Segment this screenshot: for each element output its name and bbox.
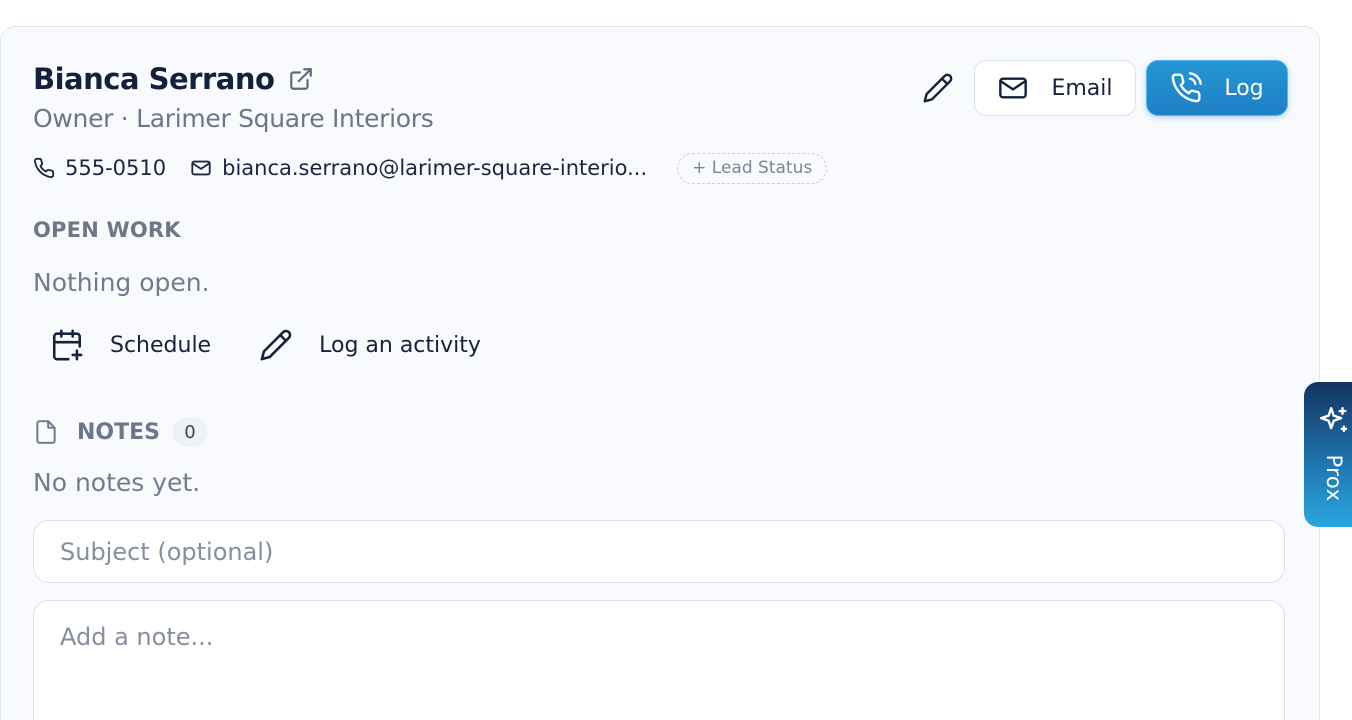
notes-header: NOTES 0 — [33, 416, 208, 448]
lead-status-button[interactable]: + Lead Status — [677, 152, 828, 184]
phone-icon — [33, 157, 55, 179]
open-work-actions: Schedule Log an activity — [50, 328, 481, 362]
notes-heading: NOTES — [77, 419, 160, 445]
contact-details: 555-0510 bianca.serrano@larimer-square-i… — [33, 152, 828, 184]
pencil-icon — [922, 72, 954, 104]
phone-call-icon — [1170, 72, 1203, 104]
mail-icon — [190, 157, 212, 179]
log-activity-button[interactable]: Log an activity — [259, 328, 481, 362]
sparkles-icon — [1317, 404, 1351, 438]
note-subject-input[interactable] — [33, 520, 1285, 583]
log-activity-label: Log an activity — [319, 332, 481, 358]
open-work-heading: OPEN WORK — [33, 218, 181, 242]
contact-name: Bianca Serrano — [33, 62, 275, 96]
contact-header: Bianca Serrano — [33, 62, 314, 96]
email-button-label: Email — [1051, 75, 1113, 101]
email-link[interactable]: bianca.serrano@larimer-square-interio... — [190, 156, 647, 180]
schedule-button[interactable]: Schedule — [50, 328, 211, 362]
notes-empty-text: No notes yet. — [33, 468, 201, 497]
log-button-label: Log — [1224, 75, 1264, 101]
email-button[interactable]: Email — [974, 60, 1136, 116]
notes-count-badge: 0 — [172, 417, 208, 447]
log-button[interactable]: Log — [1146, 60, 1288, 116]
prox-assistant-tab[interactable]: Prox — [1304, 382, 1352, 527]
edit-button[interactable] — [916, 60, 960, 116]
phone-link[interactable]: 555-0510 — [33, 156, 166, 180]
open-work-empty-text: Nothing open. — [33, 268, 210, 297]
schedule-label: Schedule — [110, 332, 212, 358]
mail-icon — [997, 72, 1029, 104]
email-address: bianca.serrano@larimer-square-interio... — [222, 156, 648, 180]
prox-label: Prox — [1322, 454, 1346, 502]
file-icon — [33, 419, 59, 445]
phone-number: 555-0510 — [65, 156, 167, 180]
note-body-textarea[interactable] — [33, 600, 1285, 720]
calendar-plus-icon — [50, 328, 84, 362]
external-link-icon[interactable] — [288, 66, 314, 92]
contact-subtitle: Owner · Larimer Square Interiors — [33, 104, 434, 133]
pencil-icon — [259, 328, 293, 362]
header-actions: Email Log — [916, 60, 1288, 116]
